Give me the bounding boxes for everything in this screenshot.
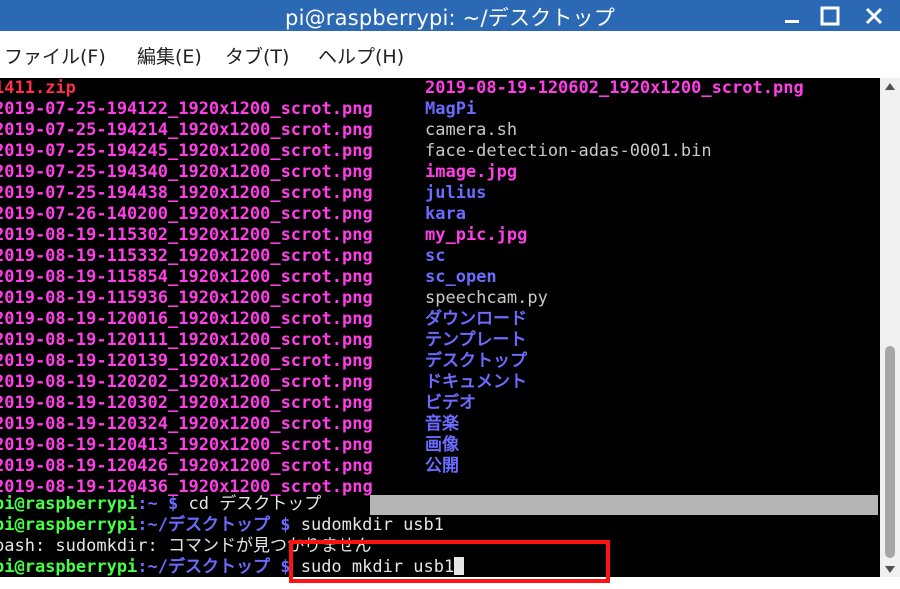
scroll-down-button[interactable] — [880, 561, 900, 577]
listing-item: my_pic.jpg — [425, 225, 528, 245]
listing-item: 2019-08-19-115854_1920x1200_scrot.png — [0, 267, 373, 287]
menu-edit[interactable]: 編集(E) — [137, 42, 202, 69]
prompt-path: :~/デスクトップ $ — [137, 557, 301, 577]
command-text: sudomkdir usb1 — [300, 515, 445, 535]
listing-item: 2019-07-25-194122_1920x1200_scrot.png — [0, 99, 373, 119]
prompt-path: :~/デスクトップ $ — [137, 515, 301, 535]
listing-item: 2019-07-25-194214_1920x1200_scrot.png — [0, 120, 373, 140]
arrow-down-icon — [885, 565, 895, 573]
maximize-button[interactable] — [815, 2, 845, 29]
listing-item: 2019-08-19-120202_1920x1200_scrot.png — [0, 372, 373, 392]
menu-tabs[interactable]: タブ(T) — [225, 42, 289, 69]
terminal-output[interactable]: 1411.zip 2019-07-25-194122_1920x1200_scr… — [0, 78, 880, 577]
listing-item: 2019-08-19-120413_1920x1200_scrot.png — [0, 435, 373, 455]
listing-item: 2019-08-19-120426_1920x1200_scrot.png — [0, 456, 373, 476]
text-selection — [370, 495, 878, 515]
listing-item: speechcam.py — [425, 288, 548, 308]
maximize-icon — [820, 6, 840, 25]
close-button[interactable] — [859, 2, 889, 29]
listing-item: 1411.zip — [0, 78, 76, 98]
prompt-user: pi@raspberrypi — [0, 515, 138, 535]
menu-bar: ファイル(F) 編集(E) タブ(T) ヘルプ(H) — [0, 31, 900, 78]
prompt-path: :~ $ — [137, 494, 189, 514]
listing-item: sc_open — [425, 267, 497, 287]
window-title: pi@raspberrypi: ~/デスクトップ — [285, 6, 615, 30]
listing-item: 2019-08-19-115332_1920x1200_scrot.png — [0, 246, 373, 266]
listing-item: 2019-08-19-120111_1920x1200_scrot.png — [0, 330, 373, 350]
listing-item: 2019-08-19-115302_1920x1200_scrot.png — [0, 225, 373, 245]
close-icon — [865, 7, 883, 24]
listing-item: デスクトップ — [425, 351, 527, 371]
listing-item: 2019-08-19-115936_1920x1200_scrot.png — [0, 288, 373, 308]
listing-item: julius — [425, 183, 487, 203]
command-line: pi@raspberrypi:~/デスクトップ $ sudomkdir usb1 — [0, 515, 444, 536]
listing-item: 2019-08-19-120602_1920x1200_scrot.png — [425, 78, 804, 98]
listing-item: 2019-08-19-120016_1920x1200_scrot.png — [0, 309, 373, 329]
listing-item: 画像 — [425, 435, 459, 455]
command-text: cd デスクトップ — [188, 494, 322, 514]
listing-item: 2019-07-26-140200_1920x1200_scrot.png — [0, 204, 373, 224]
arrow-up-icon — [885, 82, 895, 90]
scroll-up-button[interactable] — [880, 78, 900, 94]
prompt-user: pi@raspberrypi — [0, 557, 138, 577]
menu-file[interactable]: ファイル(F) — [4, 42, 106, 69]
minimize-button[interactable] — [777, 2, 807, 29]
command-line: pi@raspberrypi:~ $ cd デスクトップ — [0, 494, 321, 515]
listing-item: 2019-07-25-194245_1920x1200_scrot.png — [0, 141, 373, 161]
listing-item: ドキュメント — [425, 372, 527, 392]
listing-item: 2019-07-25-194340_1920x1200_scrot.png — [0, 162, 373, 182]
prompt-user: pi@raspberrypi — [0, 494, 138, 514]
listing-item: 2019-08-19-120324_1920x1200_scrot.png — [0, 414, 373, 434]
scroll-thumb[interactable] — [885, 346, 895, 558]
listing-item: camera.sh — [425, 120, 518, 140]
listing-item: 音楽 — [425, 414, 459, 434]
listing-item: image.jpg — [425, 162, 518, 182]
listing-item: face-detection-adas-0001.bin — [425, 141, 712, 161]
listing-item: MagPi — [425, 99, 477, 119]
listing-item: 公開 — [425, 456, 459, 476]
title-bar: pi@raspberrypi: ~/デスクトップ — [0, 0, 900, 31]
listing-item: 2019-08-19-120302_1920x1200_scrot.png — [0, 393, 373, 413]
listing-item: ビデオ — [425, 393, 476, 413]
listing-item: kara — [425, 204, 466, 224]
listing-item: ダウンロード — [425, 309, 527, 329]
listing-item: sc — [425, 246, 446, 266]
minimize-icon — [785, 19, 799, 23]
listing-item: 2019-08-19-120139_1920x1200_scrot.png — [0, 351, 373, 371]
annotation-highlight-box — [289, 540, 610, 583]
listing-item: 2019-07-25-194438_1920x1200_scrot.png — [0, 183, 373, 203]
vertical-scrollbar[interactable] — [880, 78, 900, 577]
menu-help[interactable]: ヘルプ(H) — [318, 42, 404, 69]
listing-item: テンプレート — [425, 330, 527, 350]
